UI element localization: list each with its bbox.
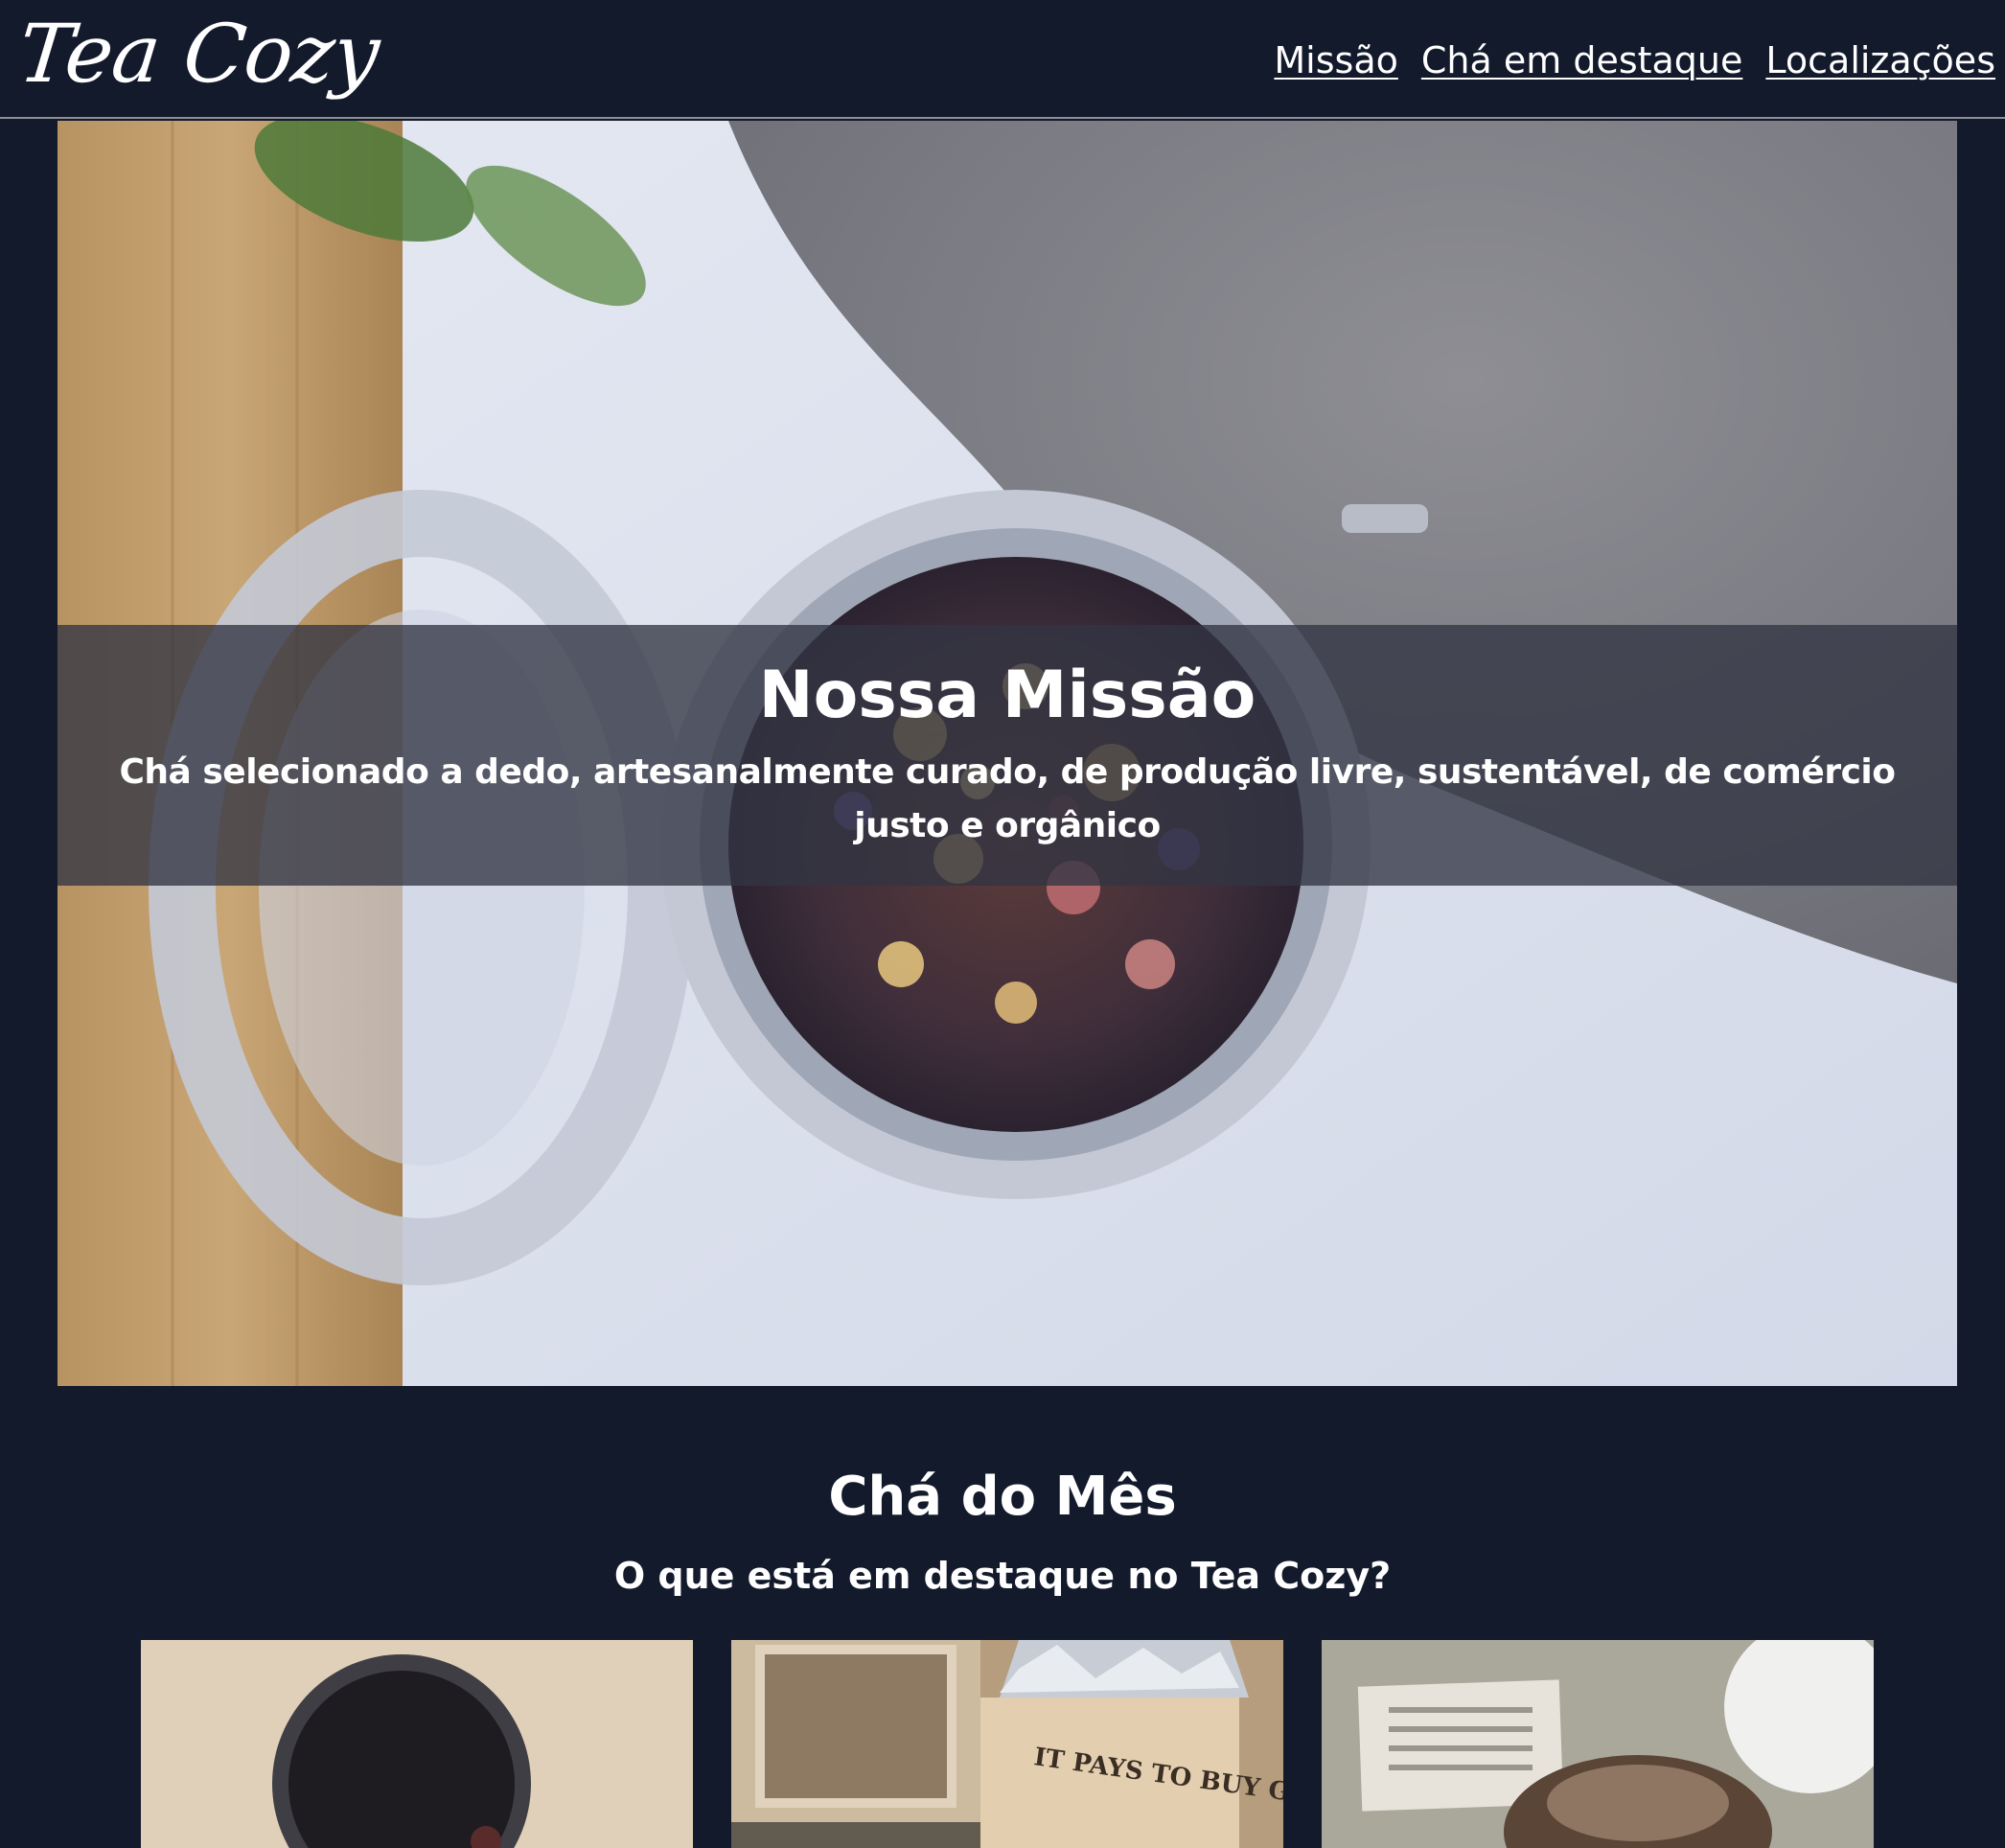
site-header: Tea Cozy Missão Chá em destaque Localiza… — [0, 0, 2005, 119]
nav-link-missao[interactable]: Missão — [1274, 35, 1397, 86]
main-nav: Missão Chá em destaque Localizações — [1274, 35, 1995, 86]
nav-link-localizacoes[interactable]: Localizações — [1765, 35, 1995, 86]
mission-banner: Nossa Missão Chá selecionado a dedo, art… — [58, 625, 1957, 886]
tea-cup-image — [141, 1640, 693, 1848]
logo[interactable]: Tea Cozy — [14, 6, 383, 102]
hero-section: Nossa Missão Chá selecionado a dedo, art… — [58, 121, 1957, 1386]
mission-text: Chá selecionado a dedo, artesanalmente c… — [119, 752, 1896, 845]
featured-title: Chá do Mês — [828, 1466, 1177, 1528]
mission-title: Nossa Missão — [758, 658, 1256, 733]
featured-card-3[interactable] — [1322, 1640, 1874, 1848]
featured-card-2[interactable]: IT PAYS TO BUY GOOD — [731, 1640, 1283, 1848]
tea-crate-image: IT PAYS TO BUY GOOD — [731, 1640, 1283, 1848]
nav-link-cha-em-destaque[interactable]: Chá em destaque — [1421, 35, 1743, 86]
featured-card-1[interactable] — [141, 1640, 693, 1848]
featured-subtitle: O que está em destaque no Tea Cozy? — [613, 1555, 1392, 1597]
tea-cake-image — [1322, 1640, 1874, 1848]
